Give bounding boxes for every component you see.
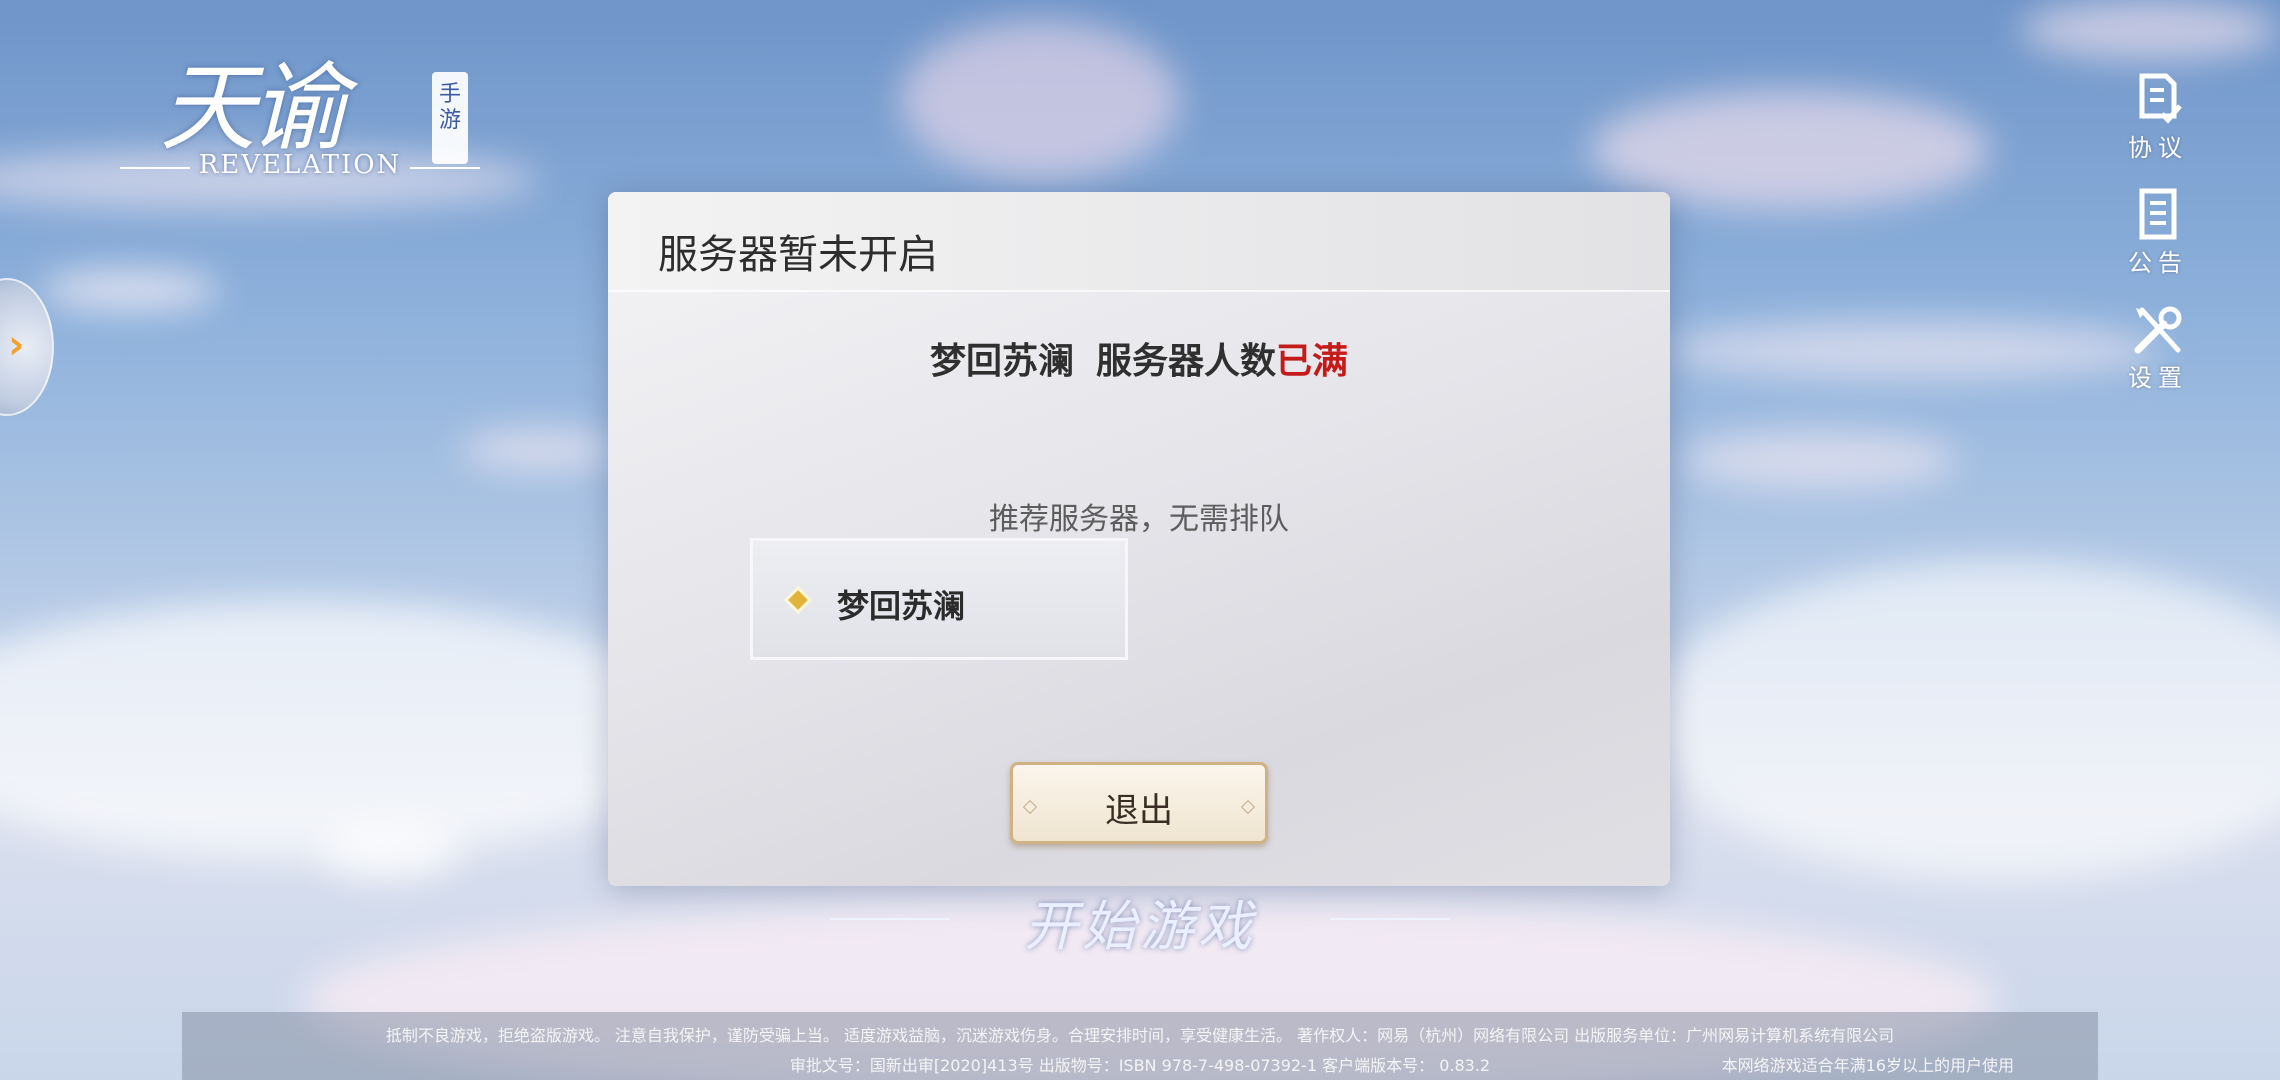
status-full: 已满 — [1276, 341, 1349, 382]
status-prefix: 服务器人数 — [1095, 341, 1276, 382]
footer-notice: 抵制不良游戏，拒绝盗版游戏。 注意自我保护，谨防受骗上当。 适度游戏益脑，沉迷游… — [182, 1012, 2098, 1080]
start-game-label: 开始游戏 — [1024, 895, 1256, 958]
diamond-icon — [788, 590, 808, 610]
announcement-icon — [2139, 188, 2177, 240]
agreement-icon — [2139, 73, 2182, 124]
recommend-hint: 推荐服务器，无需排队 — [989, 502, 1289, 537]
start-game-button[interactable]: 开始游戏 — [830, 878, 1450, 958]
agreement-button[interactable]: 协议 — [2118, 70, 2198, 163]
settings-label: 设置 — [2128, 364, 2188, 392]
chevron-right-icon: › — [8, 322, 25, 368]
announcement-button[interactable]: 公告 — [2118, 185, 2198, 278]
recommended-server-name: 梦回苏澜 — [837, 587, 966, 625]
agreement-label: 协议 — [2128, 134, 2188, 162]
age-notice: 本网络游戏适合年满16岁以上的用户使用 — [1721, 1056, 2014, 1075]
start-line-right — [1330, 918, 1450, 920]
footer-line1: 抵制不良游戏，拒绝盗版游戏。 注意自我保护，谨防受骗上当。 适度游戏益脑，沉迷游… — [385, 1026, 1895, 1045]
status-server-name: 梦回苏澜 — [929, 341, 1074, 382]
logo-title: 天谕 — [160, 52, 346, 164]
recommended-server-button[interactable]: 梦回苏澜 — [750, 538, 1128, 660]
logo-subtitle: REVELATION — [120, 150, 480, 180]
exit-button[interactable]: 退出 — [1010, 762, 1268, 844]
settings-button[interactable]: 设置 — [2118, 300, 2198, 393]
server-status: 梦回苏澜 服务器人数已满 — [608, 332, 1670, 384]
right-menu: 协议 公告 设置 — [2118, 70, 2198, 415]
dialog-title: 服务器暂未开启 — [658, 232, 938, 278]
exit-label: 退出 — [1105, 791, 1173, 831]
settings-icon — [2134, 306, 2182, 354]
announcement-label: 公告 — [2128, 249, 2188, 277]
game-logo: 天谕 手游 REVELATION — [120, 30, 480, 190]
server-closed-dialog: 服务器暂未开启 梦回苏澜 服务器人数已满 推荐服务器，无需排队 梦回苏澜 退出 — [608, 192, 1670, 886]
